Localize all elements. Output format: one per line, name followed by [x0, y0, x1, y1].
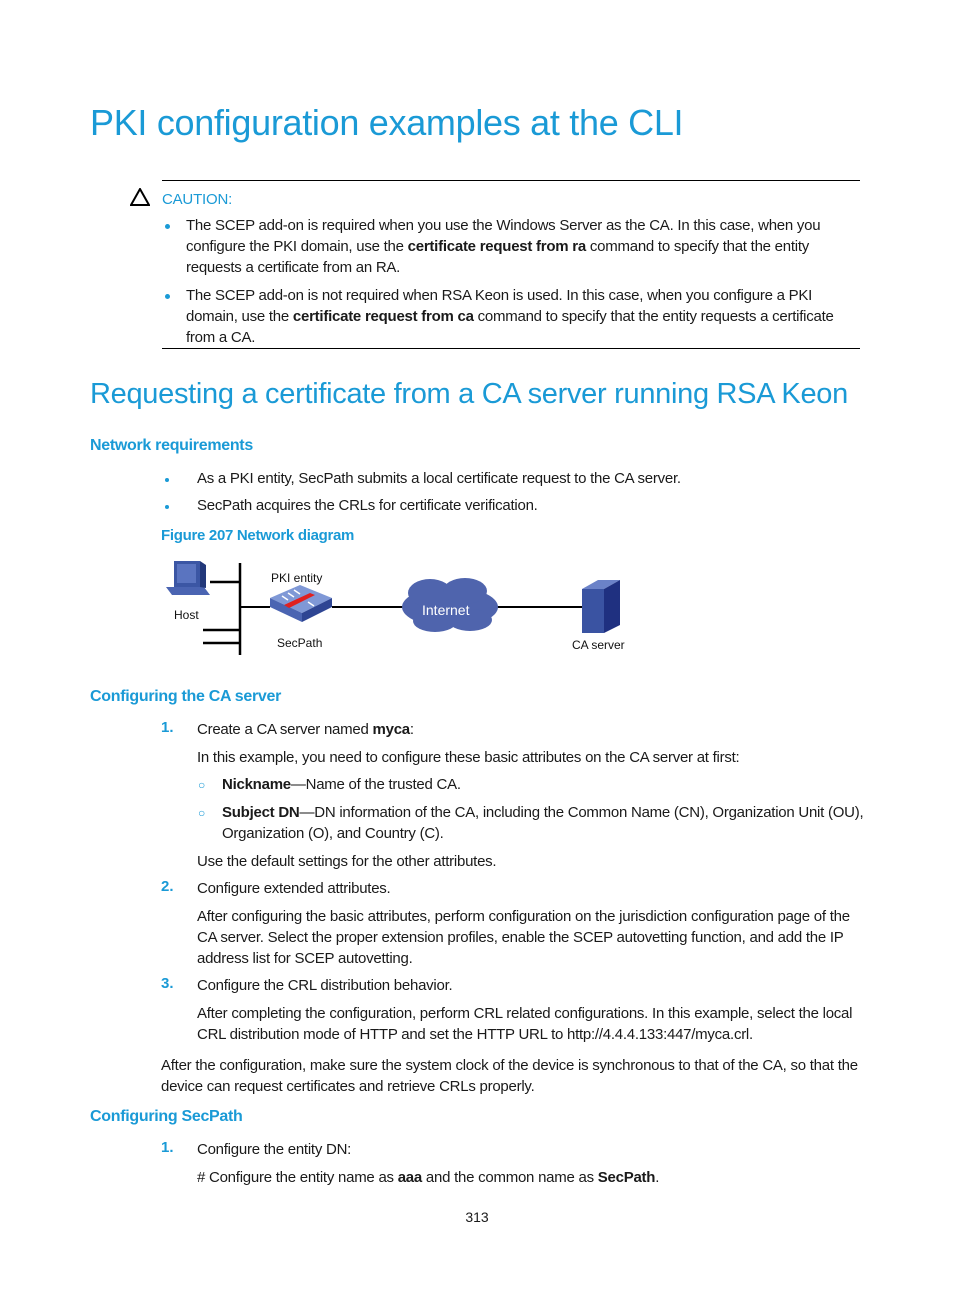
caution-item: The SCEP add-on is required when you use…: [186, 215, 866, 278]
common-name: SecPath: [597, 1169, 656, 1186]
ca-name: myca: [372, 721, 411, 738]
attribute-name: Subject DN: [222, 804, 300, 821]
step-body: In this example, you need to configure t…: [197, 749, 740, 766]
ca-server-label: CA server: [572, 638, 625, 652]
step-number: 1.: [161, 719, 174, 736]
bullet-icon: [165, 294, 170, 299]
host-label: Host: [174, 608, 199, 622]
sub-bullet-icon: ○: [198, 778, 206, 792]
pki-entity-label: PKI entity: [271, 571, 323, 585]
network-diagram: [166, 561, 620, 655]
caution-item: The SCEP add-on is not required when RSA…: [186, 285, 866, 348]
step-text-part: :: [409, 721, 414, 738]
step-body: After completing the configuration, perf…: [197, 1005, 853, 1043]
heading-configuring-ca: Configuring the CA server: [90, 688, 282, 705]
requirement-item: As a PKI entity, SecPath submits a local…: [197, 470, 681, 487]
attribute-desc: —Name of the trusted CA.: [290, 776, 461, 793]
secpath-label: SecPath: [277, 636, 323, 650]
internet-label: Internet: [422, 602, 470, 618]
step-text: Configure the entity DN:: [197, 1141, 352, 1158]
page-number: 313: [465, 1209, 489, 1225]
page-title: PKI configuration examples at the CLI: [90, 102, 684, 143]
host-computer-icon: [166, 561, 210, 595]
command-text: certificate request from ra: [407, 238, 587, 255]
attribute-name: Nickname: [222, 776, 291, 793]
body-part: .: [655, 1169, 660, 1186]
step-text: Configure the CRL distribution behavior.: [197, 977, 453, 994]
command-text: certificate request from ca: [292, 308, 474, 325]
step-text: Configure extended attributes.: [197, 880, 391, 897]
sub-bullet-icon: ○: [198, 806, 206, 820]
step-body: # Configure the entity name as aaa and t…: [197, 1167, 659, 1188]
bullet-icon: [165, 478, 169, 482]
step-text: Create a CA server named myca:: [197, 719, 414, 740]
closing-note: After the configuration, make sure the s…: [161, 1057, 858, 1095]
body-part: and the common name as: [422, 1169, 598, 1186]
step-body: Use the default settings for the other a…: [197, 853, 497, 870]
sub-item: Subject DN—DN information of the CA, inc…: [222, 802, 868, 844]
step-text-part: Create a CA server named: [197, 721, 373, 738]
warning-triangle-icon: [129, 186, 151, 211]
caution-label: CAUTION:: [162, 191, 233, 208]
server-icon: [582, 580, 620, 633]
step-body: After configuring the basic attributes, …: [197, 908, 850, 967]
sub-item: Nickname—Name of the trusted CA.: [222, 774, 461, 795]
figure-caption: Figure 207 Network diagram: [161, 527, 355, 544]
caution-header: CAUTION:: [129, 186, 233, 211]
step-number: 1.: [161, 1139, 174, 1156]
heading-network-requirements: Network requirements: [90, 437, 253, 454]
step-number: 2.: [161, 878, 174, 895]
step-number: 3.: [161, 975, 174, 992]
heading-configuring-secpath: Configuring SecPath: [90, 1108, 243, 1125]
section-title: Requesting a certificate from a CA serve…: [90, 378, 848, 410]
attribute-desc: —DN information of the CA, including the…: [222, 804, 864, 842]
bullet-icon: [165, 224, 170, 229]
bullet-icon: [165, 505, 169, 509]
caution-bottom-rule: [162, 348, 860, 349]
caution-top-rule: [162, 180, 860, 181]
entity-name: aaa: [397, 1169, 423, 1186]
requirement-item: SecPath acquires the CRLs for certificat…: [197, 497, 538, 514]
firewall-icon: [270, 585, 332, 622]
body-part: # Configure the entity name as: [197, 1169, 398, 1186]
